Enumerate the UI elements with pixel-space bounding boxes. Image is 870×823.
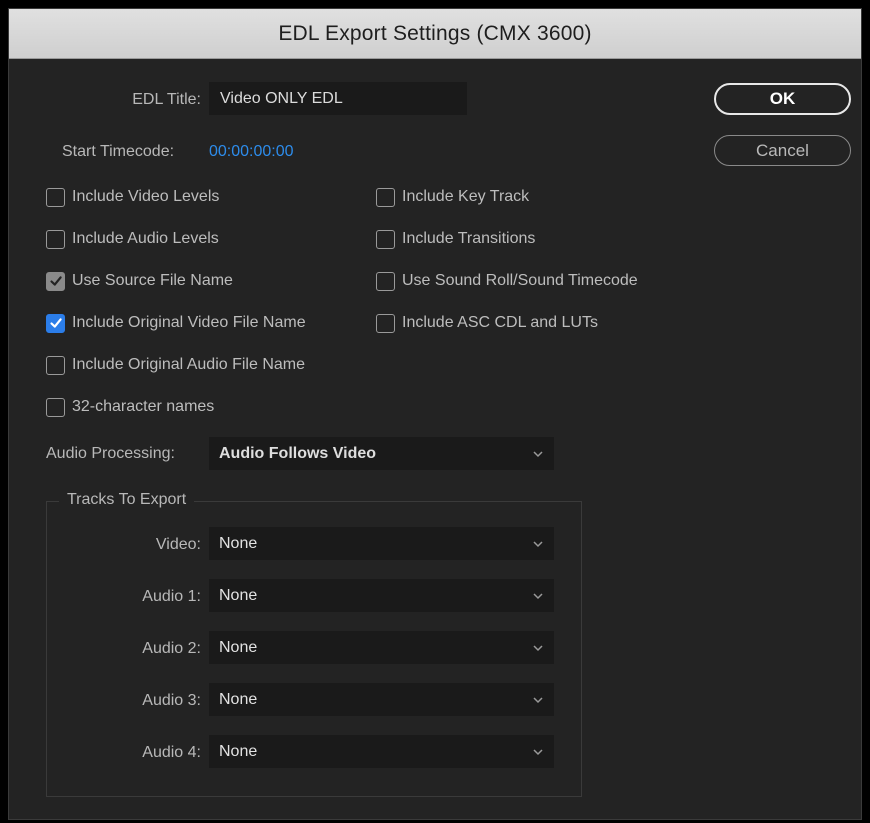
chevron-down-icon <box>533 696 543 703</box>
checkbox-box[interactable] <box>46 397 65 417</box>
checkbox-box[interactable] <box>46 229 65 249</box>
include-audio-levels-label: Include Audio Levels <box>72 230 219 247</box>
use-source-file-name-checkbox[interactable]: Use Source File Name <box>46 269 233 293</box>
checkmark-icon <box>49 318 62 328</box>
chevron-down-icon <box>533 592 543 599</box>
include-asc-cdl-luts-checkbox[interactable]: Include ASC CDL and LUTs <box>376 311 598 335</box>
start-timecode-label: Start Timecode: <box>62 143 175 160</box>
edl-title-value: Video ONLY EDL <box>220 89 343 107</box>
chevron-down-icon <box>533 450 543 457</box>
edl-export-dialog: EDL Export Settings (CMX 3600) EDL Title… <box>8 8 862 820</box>
checkbox-box[interactable] <box>376 271 395 291</box>
audio-4-track-label: Audio 4: <box>142 744 201 761</box>
audio-4-track-select[interactable]: None <box>209 735 554 768</box>
checkbox-box[interactable] <box>376 229 395 249</box>
include-asc-cdl-luts-label: Include ASC CDL and LUTs <box>402 314 598 331</box>
audio-processing-label: Audio Processing: <box>46 445 175 462</box>
edl-title-label: EDL Title: <box>132 91 201 108</box>
audio-2-track-select[interactable]: None <box>209 631 554 664</box>
checkbox-box[interactable] <box>376 187 395 207</box>
include-original-video-file-name-label: Include Original Video File Name <box>72 314 306 331</box>
chevron-down-icon <box>533 748 543 755</box>
include-video-levels-label: Include Video Levels <box>72 188 220 205</box>
use-source-file-name-label: Use Source File Name <box>72 272 233 289</box>
audio-1-track-value: None <box>219 586 258 604</box>
audio-2-track-value: None <box>219 638 258 656</box>
include-original-video-file-name-checkbox[interactable]: Include Original Video File Name <box>46 311 306 335</box>
ok-button-label: OK <box>769 89 796 108</box>
32-character-names-checkbox[interactable]: 32-character names <box>46 395 214 419</box>
audio-processing-value: Audio Follows Video <box>219 444 377 462</box>
audio-processing-select[interactable]: Audio Follows Video <box>209 437 554 470</box>
audio-4-track-value: None <box>219 742 258 760</box>
audio-2-track-label: Audio 2: <box>142 640 201 657</box>
checkbox-box[interactable] <box>46 271 65 291</box>
video-track-value: None <box>219 534 258 552</box>
audio-3-track-value: None <box>219 690 258 708</box>
checkbox-box[interactable] <box>46 313 65 333</box>
include-transitions-checkbox[interactable]: Include Transitions <box>376 227 535 251</box>
include-key-track-checkbox[interactable]: Include Key Track <box>376 185 529 209</box>
cancel-button-label: Cancel <box>756 140 809 160</box>
chevron-down-icon <box>533 540 543 547</box>
checkbox-box[interactable] <box>376 313 395 333</box>
audio-1-track-select[interactable]: None <box>209 579 554 612</box>
include-original-audio-file-name-label: Include Original Audio File Name <box>72 356 306 373</box>
start-timecode-value[interactable]: 00:00:00:00 <box>209 143 294 161</box>
checkmark-icon <box>49 276 62 286</box>
use-sound-roll-timecode-checkbox[interactable]: Use Sound Roll/Sound Timecode <box>376 269 638 293</box>
cancel-button[interactable]: Cancel <box>714 135 851 166</box>
window-title: EDL Export Settings (CMX 3600) <box>278 21 592 45</box>
chevron-down-icon <box>533 644 543 651</box>
32-character-names-label: 32-character names <box>72 398 215 415</box>
include-audio-levels-checkbox[interactable]: Include Audio Levels <box>46 227 219 251</box>
include-video-levels-checkbox[interactable]: Include Video Levels <box>46 185 219 209</box>
checkbox-box[interactable] <box>46 355 65 375</box>
audio-3-track-label: Audio 3: <box>142 692 201 709</box>
use-sound-roll-timecode-label: Use Sound Roll/Sound Timecode <box>402 272 638 289</box>
ok-button[interactable]: OK <box>714 83 851 115</box>
video-track-select[interactable]: None <box>209 527 554 560</box>
tracks-to-export-legend: Tracks To Export <box>59 491 195 509</box>
audio-1-track-label: Audio 1: <box>142 588 201 605</box>
include-transitions-label: Include Transitions <box>402 230 536 247</box>
edl-title-input[interactable]: Video ONLY EDL <box>209 82 467 115</box>
title-bar[interactable]: EDL Export Settings (CMX 3600) <box>9 9 861 59</box>
include-key-track-label: Include Key Track <box>402 188 530 205</box>
video-track-label: Video: <box>155 536 201 553</box>
checkbox-box[interactable] <box>46 187 65 207</box>
include-original-audio-file-name-checkbox[interactable]: Include Original Audio File Name <box>46 353 305 377</box>
audio-3-track-select[interactable]: None <box>209 683 554 716</box>
